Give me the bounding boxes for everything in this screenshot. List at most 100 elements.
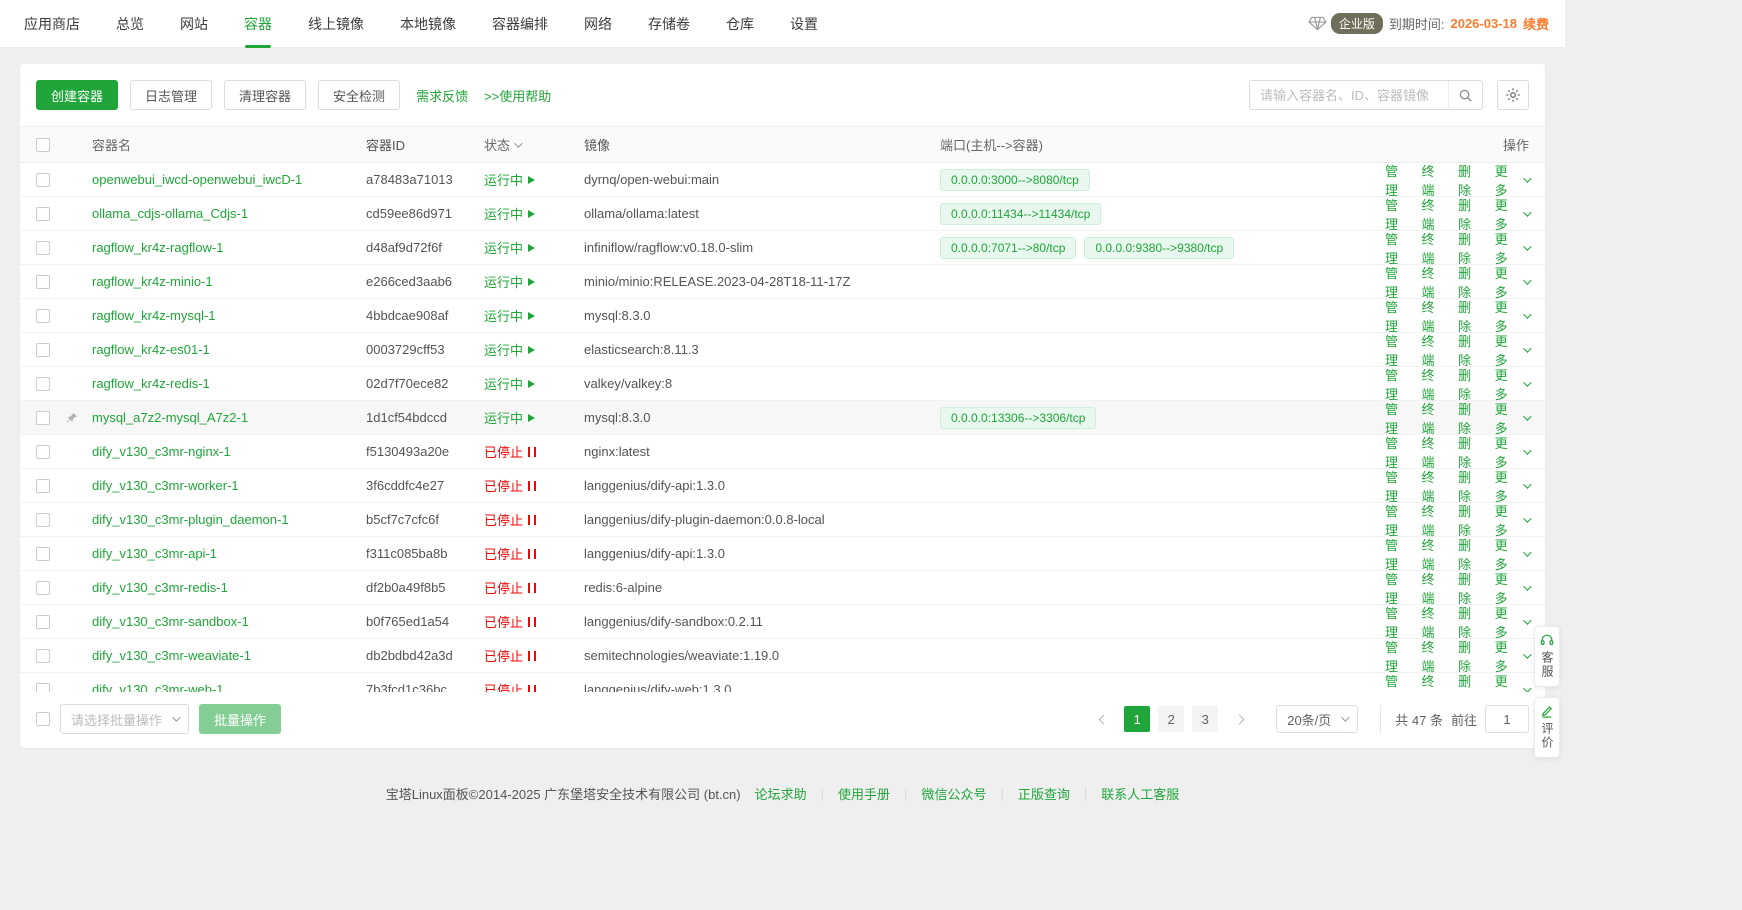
manage-action[interactable]: 管理 [1385,195,1411,233]
status-cell[interactable]: 运行中 [484,204,584,223]
batch-operation-select[interactable]: 请选择批量操作 [60,704,189,734]
delete-action[interactable]: 删除 [1458,229,1484,267]
container-name-link[interactable]: dify_v130_c3mr-worker-1 [92,478,239,493]
status-cell[interactable]: 已停止 [484,544,584,563]
row-checkbox[interactable] [36,683,50,692]
manage-action[interactable]: 管理 [1385,671,1411,693]
status-cell[interactable]: 已停止 [484,442,584,461]
terminal-action[interactable]: 终端 [1422,603,1448,641]
row-checkbox[interactable] [36,547,50,561]
row-checkbox[interactable] [36,377,50,391]
terminal-action[interactable]: 终端 [1422,467,1448,505]
more-action[interactable]: 更多 [1495,671,1529,693]
status-cell[interactable]: 运行中 [484,306,584,325]
row-checkbox[interactable] [36,649,50,663]
more-action[interactable]: 更多 [1495,467,1529,505]
more-action[interactable]: 更多 [1495,603,1529,641]
container-name-link[interactable]: dify_v130_c3mr-api-1 [92,546,217,561]
more-action[interactable]: 更多 [1495,365,1529,403]
prev-page-button[interactable] [1090,706,1116,732]
row-checkbox[interactable] [36,173,50,187]
table-settings-button[interactable] [1497,80,1529,110]
search-input[interactable] [1250,81,1448,109]
manage-action[interactable]: 管理 [1385,399,1411,437]
nav-item-website[interactable]: 网站 [180,0,208,48]
container-name-link[interactable]: ragflow_kr4z-es01-1 [92,342,210,357]
page-button-1[interactable]: 1 [1124,706,1150,732]
nav-item-overview[interactable]: 总览 [116,0,144,48]
delete-action[interactable]: 删除 [1458,433,1484,471]
terminal-action[interactable]: 终端 [1422,569,1448,607]
terminal-action[interactable]: 终端 [1422,637,1448,675]
more-action[interactable]: 更多 [1495,433,1529,471]
more-action[interactable]: 更多 [1495,535,1529,573]
renew-link[interactable]: 续费 [1523,14,1549,33]
more-action[interactable]: 更多 [1495,399,1529,437]
batch-select-all-checkbox[interactable] [36,712,50,726]
terminal-action[interactable]: 终端 [1422,535,1448,573]
container-name-link[interactable]: ragflow_kr4z-minio-1 [92,274,213,289]
more-action[interactable]: 更多 [1495,501,1529,539]
delete-action[interactable]: 删除 [1458,331,1484,369]
status-cell[interactable]: 已停止 [484,510,584,529]
delete-action[interactable]: 删除 [1458,671,1484,693]
row-checkbox[interactable] [36,275,50,289]
nav-item-compose[interactable]: 容器编排 [492,0,548,48]
more-action[interactable]: 更多 [1495,569,1529,607]
container-name-link[interactable]: dify_v130_c3mr-plugin_daemon-1 [92,512,289,527]
container-name-link[interactable]: ragflow_kr4z-redis-1 [92,376,210,391]
container-name-link[interactable]: dify_v130_c3mr-weaviate-1 [92,648,251,663]
container-name-link[interactable]: dify_v130_c3mr-nginx-1 [92,444,231,459]
license-badge[interactable]: 企业版 [1308,13,1383,34]
terminal-action[interactable]: 终端 [1422,195,1448,233]
terminal-action[interactable]: 终端 [1422,229,1448,267]
container-name-link[interactable]: ollama_cdjs-ollama_Cdjs-1 [92,206,248,221]
status-cell[interactable]: 已停止 [484,680,584,692]
manage-action[interactable]: 管理 [1385,433,1411,471]
manage-action[interactable]: 管理 [1385,161,1411,199]
page-size-select[interactable]: 20条/页 [1276,705,1358,733]
nav-item-local-image[interactable]: 本地镜像 [400,0,456,48]
delete-action[interactable]: 删除 [1458,195,1484,233]
row-checkbox[interactable] [36,445,50,459]
manage-action[interactable]: 管理 [1385,229,1411,267]
nav-item-app-store[interactable]: 应用商店 [24,0,80,48]
terminal-action[interactable]: 终端 [1422,161,1448,199]
goto-page-input[interactable] [1485,705,1529,733]
status-cell[interactable]: 运行中 [484,272,584,291]
create-container-button[interactable]: 创建容器 [36,80,118,110]
security-check-button[interactable]: 安全检测 [318,80,400,110]
forum-help-link[interactable]: 论坛求助 [755,784,807,803]
container-name-link[interactable]: mysql_a7z2-mysql_A7z2-1 [92,410,248,425]
help-link[interactable]: >>使用帮助 [484,86,551,105]
contact-support-link[interactable]: 联系人工客服 [1101,784,1179,803]
manage-action[interactable]: 管理 [1385,331,1411,369]
terminal-action[interactable]: 终端 [1422,297,1448,335]
delete-action[interactable]: 删除 [1458,263,1484,301]
manage-action[interactable]: 管理 [1385,603,1411,641]
customer-service-widget[interactable]: 客服 [1534,626,1560,687]
manage-action[interactable]: 管理 [1385,467,1411,505]
status-cell[interactable]: 运行中 [484,238,584,257]
container-name-link[interactable]: openwebui_iwcd-openwebui_iwcD-1 [92,172,302,187]
search-button[interactable] [1448,81,1482,109]
delete-action[interactable]: 删除 [1458,399,1484,437]
delete-action[interactable]: 删除 [1458,569,1484,607]
manage-action[interactable]: 管理 [1385,297,1411,335]
terminal-action[interactable]: 终端 [1422,263,1448,301]
manage-action[interactable]: 管理 [1385,569,1411,607]
terminal-action[interactable]: 终端 [1422,433,1448,471]
nav-item-volume[interactable]: 存储卷 [648,0,690,48]
status-cell[interactable]: 已停止 [484,612,584,631]
row-checkbox[interactable] [36,513,50,527]
status-cell[interactable]: 已停止 [484,578,584,597]
clean-container-button[interactable]: 清理容器 [224,80,306,110]
nav-item-network[interactable]: 网络 [584,0,612,48]
delete-action[interactable]: 删除 [1458,501,1484,539]
more-action[interactable]: 更多 [1495,263,1529,301]
delete-action[interactable]: 删除 [1458,467,1484,505]
status-cell[interactable]: 运行中 [484,408,584,427]
status-cell[interactable]: 运行中 [484,374,584,393]
select-all-checkbox[interactable] [36,138,50,152]
row-checkbox[interactable] [36,343,50,357]
